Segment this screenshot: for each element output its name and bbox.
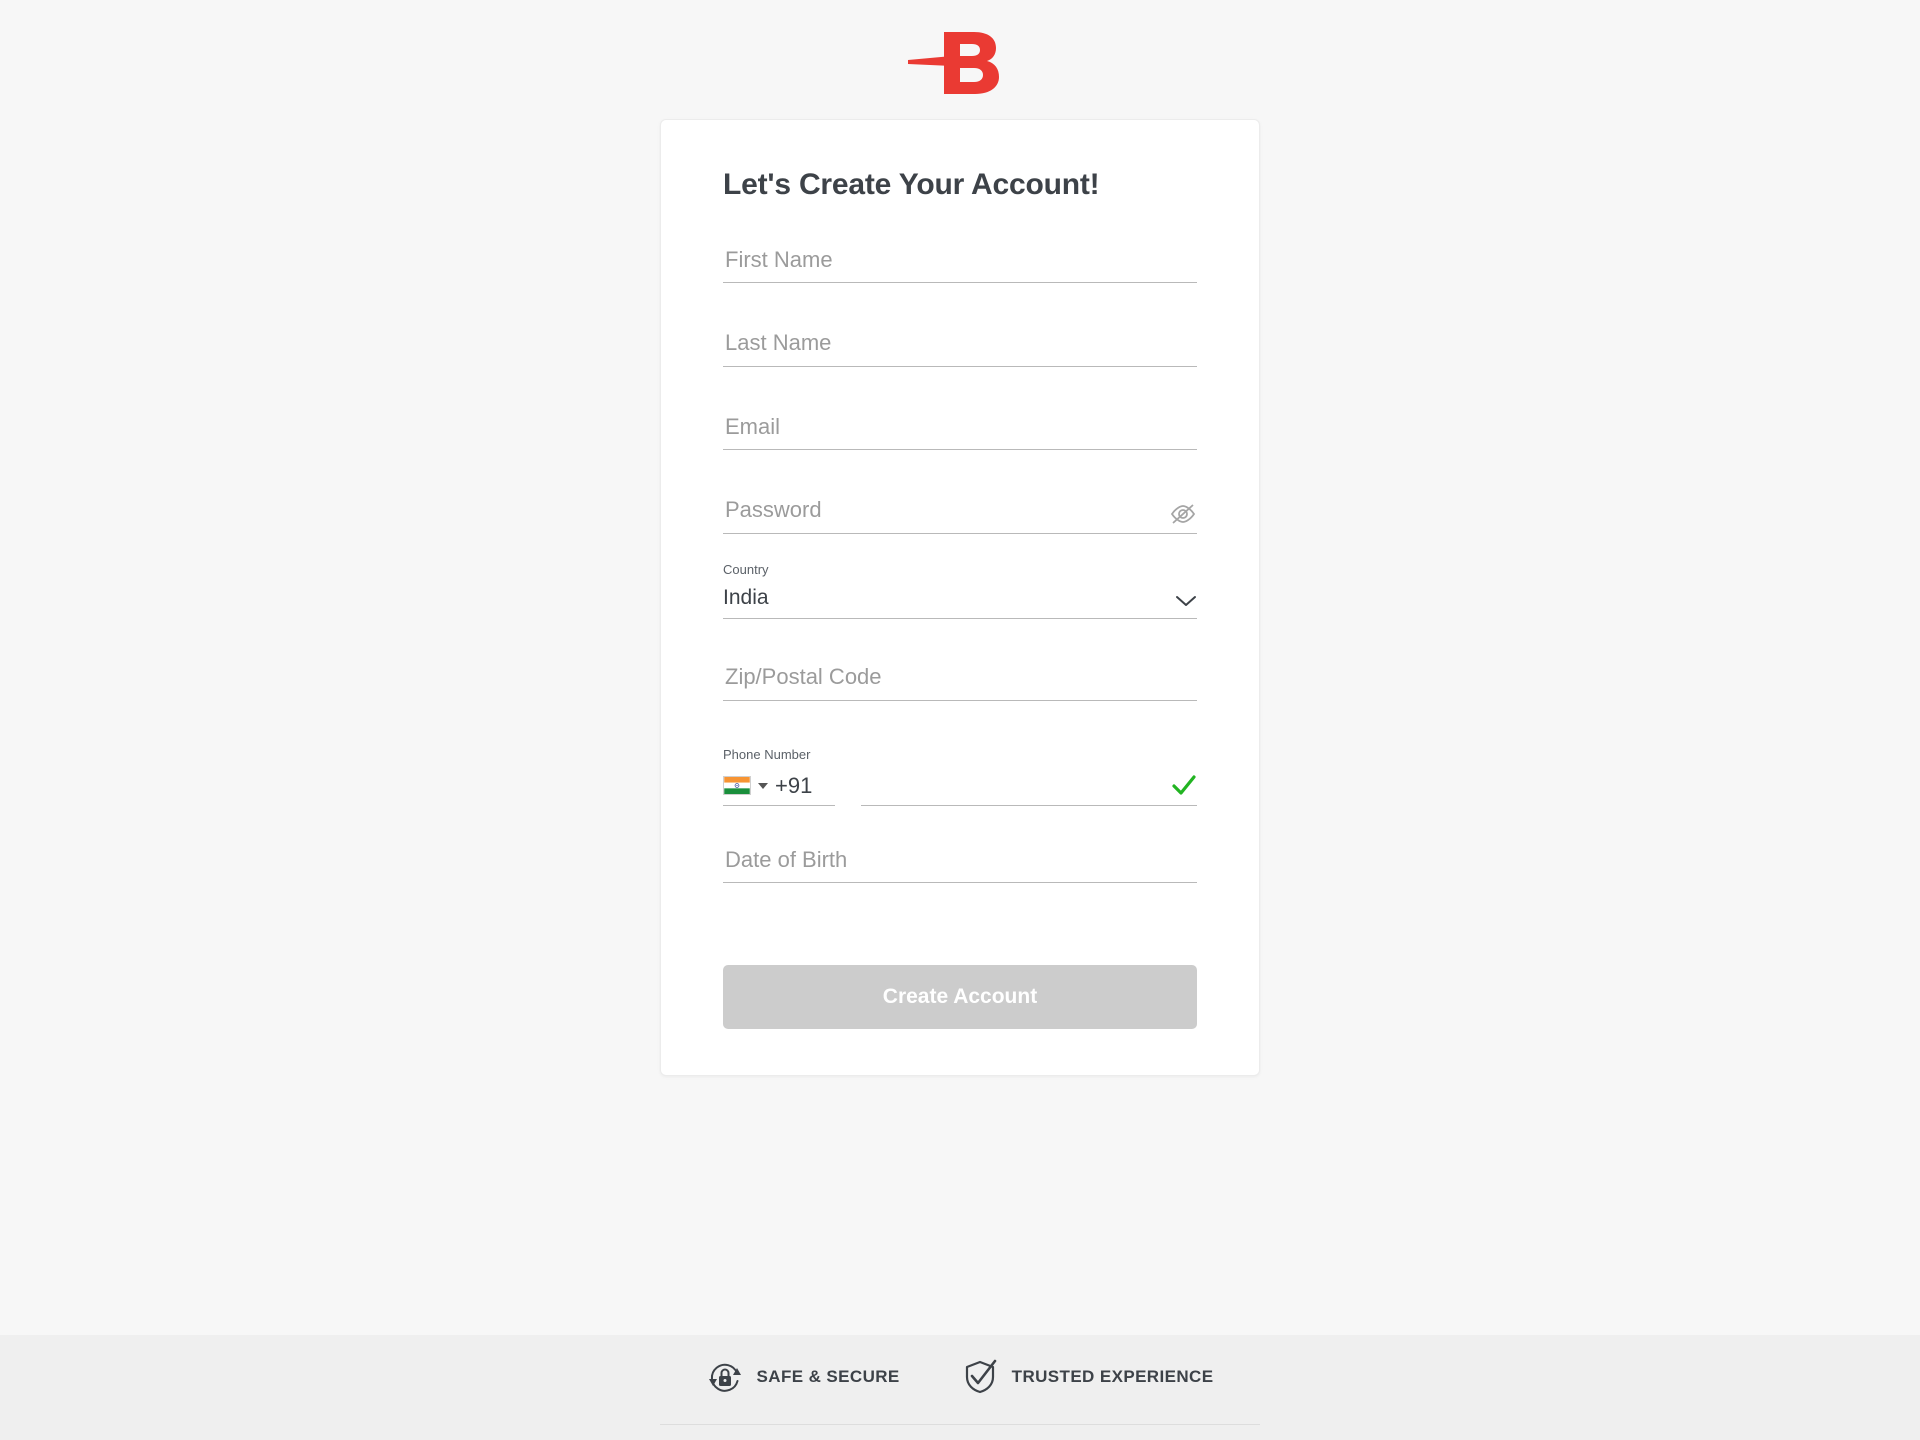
letter-b-logo-icon (908, 32, 999, 94)
badge-trusted-experience-label: TRUSTED EXPERIENCE (1011, 1367, 1214, 1386)
last-name-input[interactable] (723, 329, 1201, 366)
country-select[interactable]: India (723, 585, 1197, 620)
signup-card: Let's Create Your Account! First Name La… (660, 119, 1260, 1077)
zip-input[interactable] (723, 663, 1201, 700)
dial-code: +91 (775, 772, 813, 798)
phone-field: Phone Number +91 (723, 747, 1197, 806)
password-input[interactable] (723, 496, 1201, 533)
chevron-down-icon (1176, 596, 1196, 607)
trust-footer: SAFE & SECURE TRUSTED EXPERIENCE (0, 1335, 1920, 1440)
country-field: Country India (723, 562, 1197, 620)
brand-logo (908, 26, 1012, 98)
badge-safe-secure: SAFE & SECURE (707, 1359, 900, 1395)
badge-trusted-experience: TRUSTED EXPERIENCE (962, 1359, 1214, 1395)
phone-number-input[interactable] (861, 770, 1171, 797)
trust-badges: SAFE & SECURE TRUSTED EXPERIENCE (707, 1359, 1214, 1395)
first-name-input[interactable] (723, 246, 1201, 283)
caret-down-icon (758, 782, 768, 789)
country-label: Country (723, 561, 769, 577)
password-visibility-toggle[interactable] (1169, 502, 1197, 526)
signup-page: Let's Create Your Account! First Name La… (0, 0, 1920, 1440)
eye-off-icon (1170, 503, 1196, 524)
badge-safe-secure-label: SAFE & SECURE (756, 1367, 900, 1386)
green-check-icon (1172, 775, 1196, 795)
date-of-birth-field (723, 845, 1201, 884)
password-field (723, 496, 1201, 534)
page-title: Let's Create Your Account! (723, 168, 1100, 201)
phone-label: Phone Number (723, 746, 811, 762)
phone-number-input-wrap (861, 770, 1197, 806)
india-flag-icon (723, 776, 751, 796)
create-account-button[interactable]: Create Account (723, 965, 1197, 1030)
email-field (723, 412, 1201, 451)
zip-field (723, 663, 1201, 701)
first-name-field (723, 246, 1201, 284)
last-name-field (723, 329, 1201, 367)
lock-secure-icon (708, 1363, 741, 1392)
country-selected-value: India (723, 586, 769, 610)
country-code-select[interactable]: +91 (723, 772, 835, 806)
email-input[interactable] (723, 412, 1201, 450)
footer-divider (660, 1424, 1260, 1425)
date-of-birth-input[interactable] (723, 845, 1201, 883)
shield-check-icon (965, 1359, 996, 1394)
